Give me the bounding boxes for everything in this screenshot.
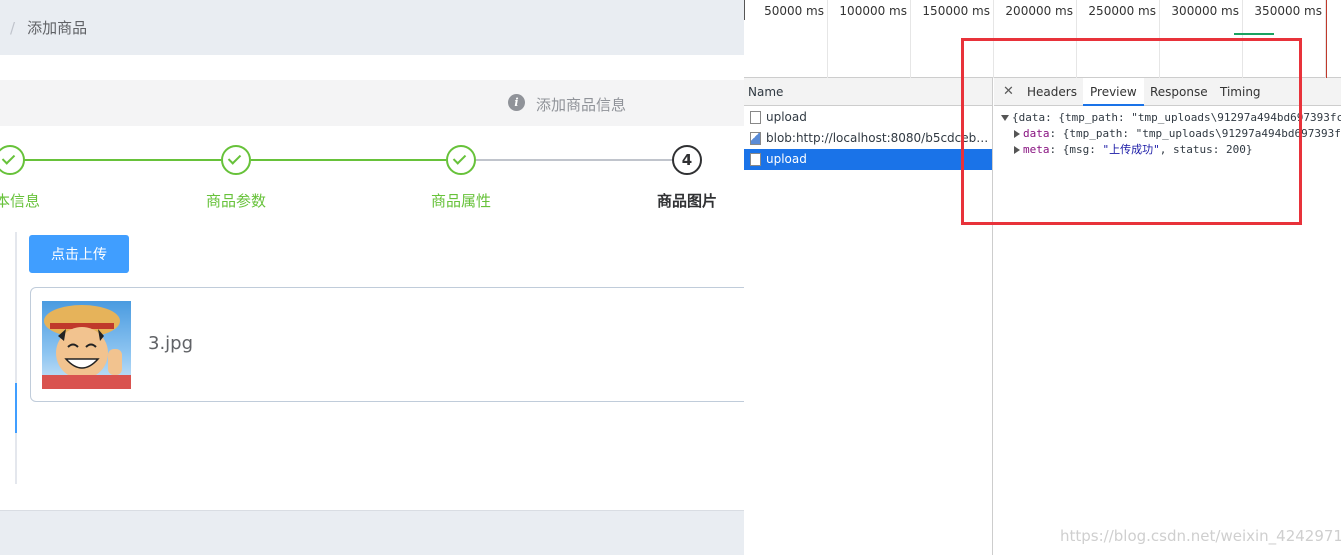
tab-response[interactable]: Response xyxy=(1150,78,1208,106)
expand-triangle-icon[interactable] xyxy=(1014,146,1020,154)
json-root-line[interactable]: {data: {tmp_path: "tmp_uploads\91297a494… xyxy=(994,110,1341,126)
info-alert-text: 添加商品信息 xyxy=(536,96,627,114)
check-icon xyxy=(1,151,16,165)
detail-tabs: ✕ Headers Preview Response Timing xyxy=(994,78,1341,106)
upload-button[interactable]: 点击上传 xyxy=(29,235,129,273)
tab-preview[interactable]: Preview xyxy=(1083,78,1144,106)
request-row[interactable]: blob:http://localhost:8080/b5cdceb2-27..… xyxy=(744,128,992,149)
devtools-network-panel: 50000 ms 100000 ms 150000 ms 200000 ms 2… xyxy=(744,0,1341,555)
page-footer-strip xyxy=(0,510,744,555)
document-icon xyxy=(750,111,761,124)
timeline-tick-label: 150000 ms xyxy=(922,4,990,18)
image-thumbnail xyxy=(42,301,131,389)
step-1-node xyxy=(0,145,25,175)
document-icon xyxy=(750,153,761,166)
watermark: https://blog.csdn.net/weixin_42429718 xyxy=(1060,527,1341,545)
info-alert: i 添加商品信息 xyxy=(0,80,744,126)
close-icon[interactable]: ✕ xyxy=(1003,78,1014,106)
timeline-load-marker xyxy=(1326,0,1327,78)
timeline-tick-label: 250000 ms xyxy=(1088,4,1156,18)
timeline-tick-label: 300000 ms xyxy=(1171,4,1239,18)
tab-headers[interactable]: Headers xyxy=(1027,78,1077,106)
timeline-request-bar xyxy=(1234,33,1274,35)
check-icon xyxy=(452,151,467,165)
timeline-gridline xyxy=(1159,0,1160,78)
timeline-gridline xyxy=(1242,0,1243,78)
vertical-tabs-rail xyxy=(15,232,17,484)
breadcrumb-current: 添加商品 xyxy=(27,19,88,37)
json-root-text: {data: {tmp_path: "tmp_uploads\91297a494… xyxy=(1012,111,1341,124)
step-line xyxy=(476,159,672,161)
step-line xyxy=(251,159,446,161)
json-preview: {data: {tmp_path: "tmp_uploads\91297a494… xyxy=(994,110,1341,158)
timeline-tick-label: 100000 ms xyxy=(839,4,907,18)
expand-triangle-icon[interactable] xyxy=(1014,130,1020,138)
timeline-tick-label: 200000 ms xyxy=(1005,4,1073,18)
breadcrumb: / 添加商品 xyxy=(0,0,744,55)
json-key: data xyxy=(1023,127,1050,140)
step-line xyxy=(0,159,221,161)
timeline-tick-label: 50000 ms xyxy=(764,4,824,18)
request-name: upload xyxy=(766,152,807,166)
timeline-gridline xyxy=(827,0,828,78)
json-key: meta xyxy=(1023,143,1050,156)
request-row[interactable]: upload xyxy=(744,107,992,128)
step-3-node xyxy=(446,145,476,175)
timeline-marker xyxy=(744,0,745,20)
collapse-triangle-icon[interactable] xyxy=(1001,115,1009,121)
step-2-title: 商品参数 xyxy=(205,192,267,210)
luffy-picture xyxy=(42,305,131,389)
info-icon: i xyxy=(508,94,525,111)
timeline-gridline xyxy=(1076,0,1077,78)
step-4-title: 商品图片 xyxy=(656,192,718,210)
json-value: {tmp_path: "tmp_uploads\91297a494bd69739… xyxy=(1062,127,1341,140)
request-name: blob:http://localhost:8080/b5cdceb2-27..… xyxy=(766,131,992,145)
step-1-title: 基本信息 xyxy=(0,192,41,210)
json-value: {msg: xyxy=(1062,143,1103,156)
image-file-icon xyxy=(750,132,761,145)
timeline-gridline xyxy=(993,0,994,78)
network-timeline[interactable]: 50000 ms 100000 ms 150000 ms 200000 ms 2… xyxy=(744,0,1341,78)
step-4-node: 4 xyxy=(672,145,702,175)
name-column-header[interactable]: Name xyxy=(744,78,992,106)
tab-timing[interactable]: Timing xyxy=(1220,78,1261,106)
vertical-tabs-active-bar xyxy=(15,383,17,433)
request-name: upload xyxy=(766,110,807,124)
check-icon xyxy=(227,151,242,165)
breadcrumb-separator: / xyxy=(10,18,16,37)
request-list: Name upload blob:http://localhost:8080/b… xyxy=(744,78,993,555)
request-detail: ✕ Headers Preview Response Timing {data:… xyxy=(994,78,1341,555)
timeline-tick-label: 350000 ms xyxy=(1254,4,1322,18)
timeline-gridline xyxy=(910,0,911,78)
json-data-line[interactable]: data: {tmp_path: "tmp_uploads\91297a494b… xyxy=(994,126,1341,142)
request-row-selected[interactable]: upload xyxy=(744,149,992,170)
json-meta-line[interactable]: meta: {msg: "上传成功", status: 200} xyxy=(994,142,1341,158)
app-window: / 添加商品 i 添加商品信息 4 基本信息 商品参数 商品属性 商品图片 点击… xyxy=(0,0,744,555)
file-name[interactable]: 3.jpg xyxy=(148,333,193,354)
json-value: , status: 200} xyxy=(1159,143,1253,156)
upload-file-item[interactable]: 3.jpg xyxy=(30,287,744,402)
json-string: "上传成功" xyxy=(1102,143,1160,156)
step-2-node xyxy=(221,145,251,175)
step-3-title: 商品属性 xyxy=(430,192,492,210)
